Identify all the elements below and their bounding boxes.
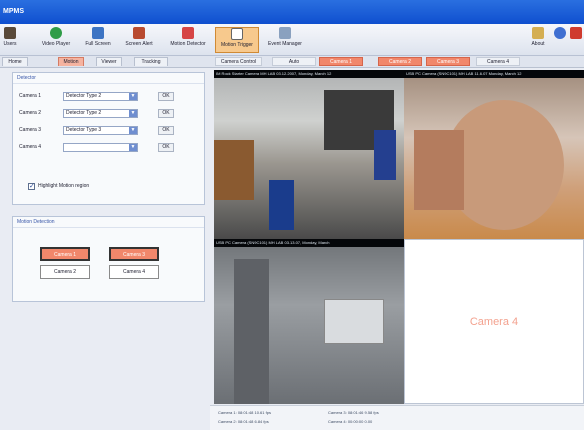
close-button[interactable] xyxy=(570,27,582,53)
highlight-motion-region[interactable]: Highlight Motion region xyxy=(28,182,148,192)
event-manager-icon xyxy=(279,27,291,39)
detector-select-camera-1[interactable]: Detector Type 2 ▼ xyxy=(63,92,138,101)
tab-motion[interactable]: Motion xyxy=(58,57,84,66)
motion-detection-panel: Motion Detection Camera 1 Camera 3 Camer… xyxy=(12,216,205,302)
motion-detector-button[interactable]: Motion Detector xyxy=(163,27,213,53)
tab-bar: Home Motion Viewer Tracking Camera Contr… xyxy=(0,56,584,68)
help-button[interactable] xyxy=(554,27,566,53)
status-camera-2: Camera 2: 08:01:48 6.84 fps xyxy=(218,419,269,424)
camera-3-feed[interactable]: USB PC Camera (SN9C101) MH LAB 03.13.07,… xyxy=(214,239,404,404)
full-screen-button[interactable]: Full Screen xyxy=(81,27,115,53)
status-camera-3: Camera 3: 08:01:46 9.58 fps xyxy=(328,410,379,415)
camera-4-tab[interactable]: Camera 4 xyxy=(476,57,520,66)
frame-shape xyxy=(234,259,269,404)
detector-row-camera-1: Camera 1 Detector Type 2 ▼ OK xyxy=(13,91,203,102)
equipment-shape xyxy=(324,299,384,344)
app-title: MPMS xyxy=(3,8,24,15)
camera-4-label: Camera 4 xyxy=(469,315,519,328)
camera-control-tab[interactable]: Camera Control xyxy=(215,57,262,66)
detector-select-camera-3[interactable]: Detector Type 3 ▼ xyxy=(63,126,138,135)
ok-button-camera-3[interactable]: OK xyxy=(158,126,174,135)
chevron-down-icon: ▼ xyxy=(129,127,137,134)
tab-home[interactable]: Home xyxy=(2,57,28,66)
motion-trigger-icon xyxy=(231,28,243,40)
video-player-button[interactable]: Video Player xyxy=(35,27,77,53)
close-icon xyxy=(570,27,582,39)
users-button[interactable]: Users xyxy=(2,27,18,53)
camera-3-tab[interactable]: Camera 3 xyxy=(426,57,470,66)
full-screen-icon xyxy=(92,27,104,39)
help-icon xyxy=(554,27,566,39)
chevron-down-icon: ▼ xyxy=(129,110,137,117)
screen-alert-button[interactable]: Screen Alert xyxy=(118,27,160,53)
motion-camera-1-button[interactable]: Camera 1 xyxy=(40,247,90,261)
detector-select-camera-2[interactable]: Detector Type 2 ▼ xyxy=(63,109,138,118)
camera-2-tab[interactable]: Camera 2 xyxy=(378,57,422,66)
motion-trigger-button[interactable]: Motion Trigger xyxy=(215,27,259,53)
status-camera-4: Camera 4: 00:00:00 0.00 xyxy=(328,419,373,424)
motion-detection-title: Motion Detection xyxy=(13,217,204,228)
hand-shape xyxy=(414,130,464,210)
detector-row-camera-4: Camera 4 ▼ OK xyxy=(13,142,203,153)
ok-button-camera-2[interactable]: OK xyxy=(158,109,174,118)
camera-4-placeholder[interactable]: Camera 4 xyxy=(404,239,584,404)
status-bar: Camera 1: 08:01:48 10.61 fps Camera 3: 0… xyxy=(210,405,584,430)
highlight-checkbox[interactable] xyxy=(28,182,35,190)
detector-panel-title: Detector xyxy=(13,73,204,84)
detector-panel: Detector Camera 1 Detector Type 2 ▼ OK Ca… xyxy=(12,72,205,205)
toolbar: Users Video Player Full Screen Screen Al… xyxy=(0,24,584,56)
ok-button-camera-4[interactable]: OK xyxy=(158,143,174,152)
motion-camera-3-button[interactable]: Camera 3 xyxy=(109,247,159,261)
video-player-icon xyxy=(50,27,62,39)
camera-1-feed[interactable]: IM Rock Starter Camera MH LAB 03.12.2007… xyxy=(214,70,404,239)
tab-tracking[interactable]: Tracking xyxy=(134,57,168,66)
screen-alert-icon xyxy=(133,27,145,39)
detector-row-camera-2: Camera 2 Detector Type 2 ▼ OK xyxy=(13,108,203,119)
camera-3-feed-header: USB PC Camera (SN9C101) MH LAB 03.13.07,… xyxy=(214,239,404,247)
event-manager-button[interactable]: Event Manager xyxy=(260,27,310,53)
status-camera-1: Camera 1: 08:01:48 10.61 fps xyxy=(218,410,271,415)
camera-2-feed-header: USB PC Camera (SN9C101) MH LAB 11.6.07 M… xyxy=(404,70,584,78)
about-button[interactable]: About xyxy=(528,27,548,53)
motion-detector-icon xyxy=(182,27,194,39)
motion-camera-2-button[interactable]: Camera 2 xyxy=(40,265,90,279)
chair-shape xyxy=(269,180,294,230)
chevron-down-icon: ▼ xyxy=(129,144,137,151)
camera-2-feed[interactable]: USB PC Camera (SN9C101) MH LAB 11.6.07 M… xyxy=(404,70,584,239)
about-icon xyxy=(532,27,544,39)
camera-1-feed-header: IM Rock Starter Camera MH LAB 03.12.2007… xyxy=(214,70,404,78)
tab-viewer[interactable]: Viewer xyxy=(96,57,122,66)
users-icon xyxy=(4,27,16,39)
motion-camera-4-button[interactable]: Camera 4 xyxy=(109,265,159,279)
chair-shape-2 xyxy=(374,130,396,180)
chevron-down-icon: ▼ xyxy=(129,93,137,100)
left-footer xyxy=(0,405,210,429)
detector-row-camera-3: Camera 3 Detector Type 3 ▼ OK xyxy=(13,125,203,136)
camera-1-tab[interactable]: Camera 1 xyxy=(319,57,363,66)
desk-shape xyxy=(214,140,254,200)
detector-select-camera-4[interactable]: ▼ xyxy=(63,143,138,152)
auto-tab[interactable]: Auto xyxy=(272,57,316,66)
ok-button-camera-1[interactable]: OK xyxy=(158,92,174,101)
title-bar: MPMS xyxy=(0,0,584,24)
